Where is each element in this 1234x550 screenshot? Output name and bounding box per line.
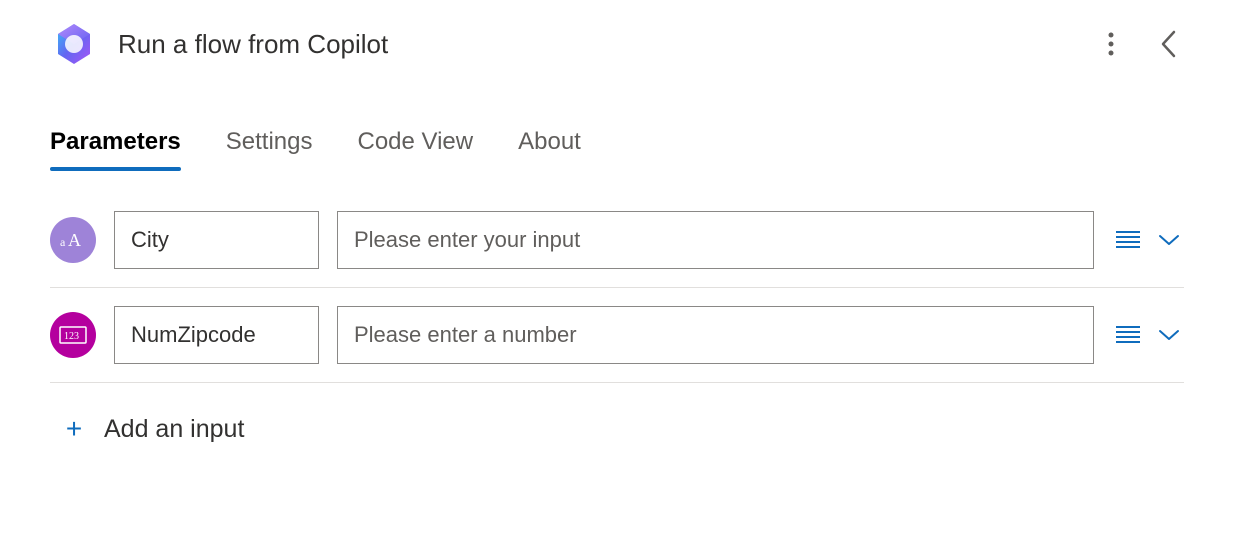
list-options-button[interactable]: [1112, 321, 1144, 349]
header-actions: [1100, 22, 1184, 66]
svg-text:A: A: [68, 230, 81, 250]
list-icon: [1116, 230, 1140, 250]
tab-code-view[interactable]: Code View: [357, 128, 473, 171]
collapse-panel-button[interactable]: [1152, 22, 1184, 66]
tab-settings[interactable]: Settings: [226, 128, 313, 171]
text-type-badge: a A: [50, 217, 96, 263]
parameter-name-input[interactable]: [114, 306, 319, 364]
number-type-badge: 123: [50, 312, 96, 358]
expand-options-button[interactable]: [1154, 229, 1184, 251]
more-options-button[interactable]: [1100, 24, 1122, 64]
row-actions: [1112, 321, 1184, 349]
chevron-down-icon: [1158, 328, 1180, 342]
chevron-left-icon: [1160, 30, 1176, 58]
parameter-name-input[interactable]: [114, 211, 319, 269]
svg-text:a: a: [60, 235, 66, 249]
tab-parameters[interactable]: Parameters: [50, 128, 181, 171]
chevron-down-icon: [1158, 233, 1180, 247]
parameter-value-input[interactable]: [337, 306, 1094, 364]
number-type-icon: 123: [59, 326, 87, 344]
parameter-row: 123: [50, 288, 1184, 383]
more-vertical-icon: [1108, 32, 1114, 56]
list-options-button[interactable]: [1112, 226, 1144, 254]
plus-icon: +: [62, 413, 86, 445]
tab-bar: Parameters Settings Code View About: [0, 88, 1234, 171]
expand-options-button[interactable]: [1154, 324, 1184, 346]
tab-about[interactable]: About: [518, 128, 581, 171]
panel-header: Run a flow from Copilot: [0, 0, 1234, 88]
copilot-logo-icon: [50, 20, 98, 68]
list-icon: [1116, 325, 1140, 345]
parameters-panel: a A 1: [0, 171, 1234, 445]
text-type-icon: a A: [60, 230, 86, 250]
parameter-row: a A: [50, 211, 1184, 288]
add-input-button[interactable]: + Add an input: [50, 383, 1184, 445]
parameter-value-input[interactable]: [337, 211, 1094, 269]
row-actions: [1112, 226, 1184, 254]
add-input-label: Add an input: [104, 415, 244, 444]
panel-title: Run a flow from Copilot: [118, 29, 1080, 60]
svg-text:123: 123: [64, 331, 79, 342]
